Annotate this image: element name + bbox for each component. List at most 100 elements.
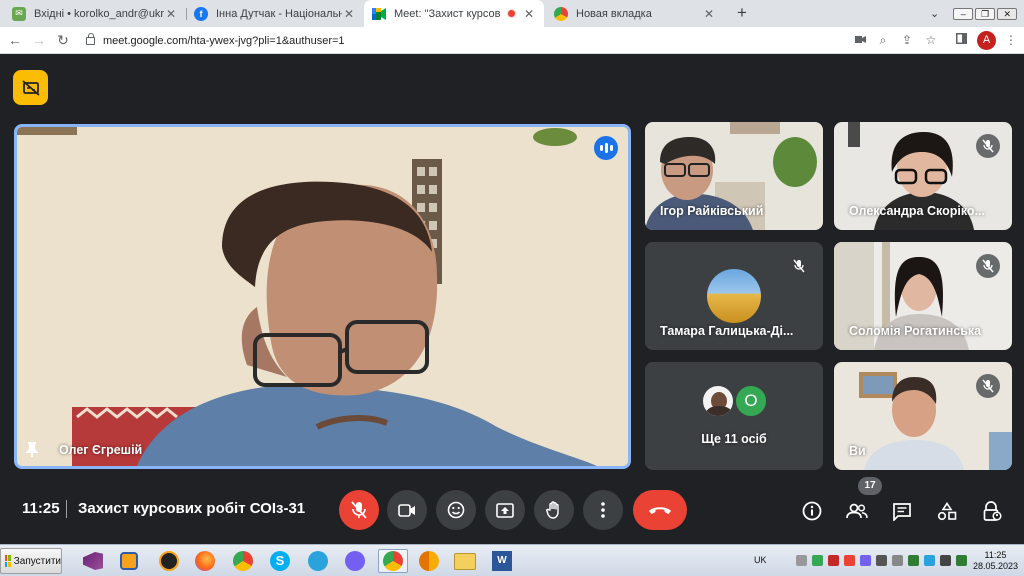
pin-icon[interactable] xyxy=(25,441,39,462)
chat-button[interactable] xyxy=(887,496,917,526)
network-icon[interactable] xyxy=(956,555,967,566)
others-tile[interactable]: О Ще 11 осіб xyxy=(645,362,823,470)
start-label: Запустити xyxy=(13,555,61,567)
menu-kebab-icon[interactable]: ⋮ xyxy=(1003,33,1019,47)
tray-icon[interactable] xyxy=(924,555,935,566)
raise-hand-button[interactable] xyxy=(534,490,574,530)
mic-off-icon xyxy=(787,254,811,278)
tray-icon[interactable] xyxy=(812,555,823,566)
folder-icon[interactable] xyxy=(452,549,478,573)
info-icon xyxy=(802,501,822,521)
recording-icon xyxy=(507,9,516,18)
chat-icon xyxy=(893,502,911,521)
self-tile[interactable]: Ви xyxy=(834,362,1012,470)
leave-call-button[interactable] xyxy=(633,490,687,530)
tray-icon[interactable] xyxy=(844,555,855,566)
mic-off-icon xyxy=(976,254,1000,278)
tray-icon[interactable] xyxy=(860,555,871,566)
restore-icon[interactable]: ❐ xyxy=(975,7,996,20)
participant-tile[interactable]: Олександра Скоріко... xyxy=(834,122,1012,230)
camera-icon[interactable] xyxy=(852,33,868,47)
mic-off-icon xyxy=(976,374,1000,398)
close-icon[interactable]: ✕ xyxy=(342,7,356,21)
system-clock[interactable]: 11:25 28.05.2023 xyxy=(973,550,1018,572)
word-icon[interactable]: W xyxy=(489,549,515,573)
start-button[interactable]: Запустити xyxy=(0,548,62,574)
archicad-icon[interactable] xyxy=(156,549,182,573)
present-screen-icon xyxy=(496,502,514,518)
participant-name: Ігор Райківський xyxy=(660,204,764,218)
activities-button[interactable] xyxy=(932,496,962,526)
participant-avatar xyxy=(707,269,761,323)
os-taskbar: Запустити S W UK 11:25 28.05.2023 xyxy=(0,544,1024,576)
camera-toggle-button[interactable] xyxy=(387,490,427,530)
tray-icon[interactable] xyxy=(908,555,919,566)
lock-person-icon xyxy=(983,501,1002,521)
tab-new-tab[interactable]: Новая вкладка ✕ xyxy=(546,0,724,27)
close-icon[interactable]: ✕ xyxy=(702,7,716,21)
url-text: meet.google.com/hta-ywex-jvg?pli=1&authu… xyxy=(103,34,345,47)
minimize-icon[interactable]: – xyxy=(953,7,974,20)
meet-icon xyxy=(372,7,386,21)
telegram-icon[interactable] xyxy=(305,549,331,573)
chrome-canary-icon[interactable] xyxy=(416,549,442,573)
meeting-clock: 11:25 xyxy=(22,500,60,517)
zoom-icon[interactable]: ⌕ xyxy=(875,33,891,48)
tray-icon[interactable] xyxy=(876,555,887,566)
firefox-icon[interactable] xyxy=(192,549,218,573)
meeting-details-button[interactable] xyxy=(797,496,827,526)
main-speaker-tile[interactable]: Олег Єгрешій xyxy=(14,124,631,469)
chrome-icon xyxy=(554,6,568,21)
forward-icon[interactable]: → xyxy=(30,32,48,48)
back-icon[interactable]: ← xyxy=(6,32,24,48)
new-tab-button[interactable]: + xyxy=(732,3,752,23)
participant-tile[interactable]: Ігор Райківський xyxy=(645,122,823,230)
visual-studio-icon[interactable] xyxy=(80,549,106,573)
viber-icon[interactable] xyxy=(342,549,368,573)
participant-initial-avatar: О xyxy=(734,384,768,418)
tab-mail[interactable]: ✉ Вхідні • korolko_andr@ukr.net ✕ xyxy=(4,0,186,27)
participant-name: Тамара Галицька-Ді... xyxy=(660,324,794,338)
mic-toggle-button[interactable] xyxy=(339,490,379,530)
tab-meet[interactable]: Meet: "Захист курсових робіт ✕ xyxy=(364,0,544,27)
language-indicator[interactable]: UK xyxy=(754,555,767,565)
window-controls: ⌄ – ❐ ✕ xyxy=(930,0,1018,27)
lock-icon xyxy=(86,32,95,45)
participant-tile[interactable]: Тамара Галицька-Ді... xyxy=(645,242,823,350)
captions-off-button[interactable] xyxy=(13,70,48,105)
speaking-indicator-icon xyxy=(594,136,618,160)
tray-icon[interactable] xyxy=(828,555,839,566)
people-count-badge: 17 xyxy=(858,477,882,495)
skype-icon[interactable]: S xyxy=(267,549,293,573)
chrome-taskbar-icon[interactable] xyxy=(230,549,256,573)
media-player-icon[interactable] xyxy=(116,549,142,573)
share-icon[interactable]: ⇪ xyxy=(899,33,915,47)
meet-stage: Олег Єгрешій Ігор Райківський Олександра… xyxy=(0,54,1024,544)
reactions-button[interactable] xyxy=(436,490,476,530)
tray-icon[interactable] xyxy=(796,555,807,566)
side-panel-icon[interactable] xyxy=(953,33,969,47)
others-count-label: Ще 11 осіб xyxy=(701,432,767,446)
host-controls-button[interactable] xyxy=(977,496,1007,526)
close-icon[interactable]: ✕ xyxy=(522,7,536,21)
mic-off-icon xyxy=(976,134,1000,158)
close-window-icon[interactable]: ✕ xyxy=(997,7,1018,20)
chevron-down-icon[interactable]: ⌄ xyxy=(930,7,939,20)
present-screen-button[interactable] xyxy=(485,490,525,530)
chrome-active-taskbar-icon[interactable] xyxy=(378,549,408,573)
people-button[interactable] xyxy=(842,496,872,526)
profile-avatar[interactable]: A xyxy=(977,31,996,50)
address-bar[interactable]: meet.google.com/hta-ywex-jvg?pli=1&authu… xyxy=(78,30,848,51)
close-icon[interactable]: ✕ xyxy=(164,7,178,21)
more-options-button[interactable] xyxy=(583,490,623,530)
reload-icon[interactable]: ↻ xyxy=(54,32,72,49)
video-camera-icon xyxy=(398,503,415,517)
self-name: Ви xyxy=(849,444,866,458)
speaker-icon[interactable] xyxy=(940,555,951,566)
participant-tile[interactable]: Соломія Рогатинська xyxy=(834,242,1012,350)
tab-facebook[interactable]: f Інна Дутчак - Національна спілка ✕ xyxy=(186,0,364,27)
meet-control-bar: 11:25 Захист курсових робіт СОІз-31 17 xyxy=(0,477,1024,544)
tray-icon[interactable] xyxy=(892,555,903,566)
bookmark-star-icon[interactable]: ☆ xyxy=(923,33,939,47)
system-tray: UK 11:25 28.05.2023 xyxy=(752,547,1024,575)
